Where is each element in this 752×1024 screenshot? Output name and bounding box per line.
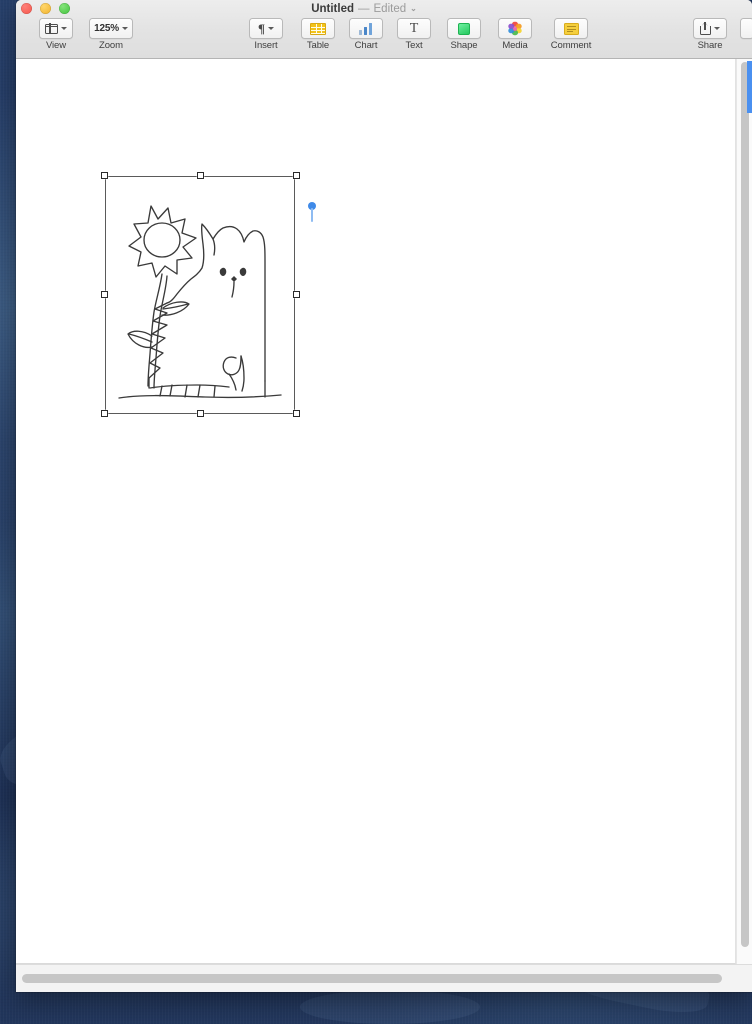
wallpaper-shape xyxy=(300,990,480,1024)
title-separator: — xyxy=(358,2,370,15)
anchor-pin-stem-icon xyxy=(311,208,314,222)
chart-button[interactable] xyxy=(349,18,383,39)
selection-handle-top-left[interactable] xyxy=(101,172,108,179)
slide-canvas[interactable] xyxy=(16,59,736,964)
document-canvas-area xyxy=(16,59,752,992)
zoom-level-value: 125% xyxy=(94,23,119,34)
toolbar-label-view: View xyxy=(45,40,67,51)
window-chrome: Untitled — Edited ⌄ View 125% Zoom ¶ Ins… xyxy=(16,0,752,59)
text-box-icon: T xyxy=(409,20,419,36)
text-button[interactable]: T xyxy=(397,18,431,39)
toolbar-item-chart[interactable]: Chart xyxy=(342,18,390,51)
selection-handle-bottom-right[interactable] xyxy=(293,410,300,417)
keynote-document-window: Untitled — Edited ⌄ View 125% Zoom ¶ Ins… xyxy=(16,0,752,992)
toolbar-item-insert[interactable]: ¶ Insert xyxy=(238,18,294,51)
horizontal-scrollbar[interactable] xyxy=(16,964,752,992)
toolbar-item-table[interactable]: Table xyxy=(294,18,342,51)
window-titlebar: Untitled — Edited ⌄ xyxy=(16,0,752,17)
toolbar-item-comment[interactable]: Comment xyxy=(540,18,602,51)
toolbar-item-share[interactable]: Share xyxy=(682,18,738,51)
selection-handle-middle-left[interactable] xyxy=(101,291,108,298)
share-upload-icon xyxy=(700,22,711,35)
view-button[interactable] xyxy=(39,18,73,39)
zoom-button[interactable] xyxy=(59,3,70,14)
view-sidebar-icon xyxy=(44,23,59,34)
selection-handle-top-right[interactable] xyxy=(293,172,300,179)
shape-button[interactable] xyxy=(447,18,481,39)
toolbar-label-insert: Insert xyxy=(254,40,278,51)
toolbar-right-group: Share xyxy=(682,18,752,51)
document-edited-status: Edited xyxy=(373,2,407,15)
horizontal-scrollbar-thumb[interactable] xyxy=(22,974,722,983)
minimize-button[interactable] xyxy=(40,3,51,14)
chevron-down-icon xyxy=(714,27,720,30)
media-photos-icon xyxy=(508,21,522,36)
selection-handle-middle-right[interactable] xyxy=(293,291,300,298)
toolbar-label-shape: Shape xyxy=(450,40,478,51)
toolbar-item-media[interactable]: Media xyxy=(490,18,540,51)
chevron-down-icon xyxy=(121,27,128,30)
document-title-text: Untitled xyxy=(311,2,354,15)
toolbar-item-overflow[interactable] xyxy=(738,18,752,39)
toolbar-overflow-button[interactable] xyxy=(740,18,752,39)
toolbar-item-view[interactable]: View xyxy=(32,18,80,51)
title-chevron-down-icon[interactable]: ⌄ xyxy=(410,4,417,13)
selected-image-object[interactable] xyxy=(105,176,295,414)
shape-square-icon xyxy=(458,22,470,35)
document-title[interactable]: Untitled — Edited ⌄ xyxy=(311,3,417,15)
insert-button[interactable]: ¶ xyxy=(249,18,283,39)
vertical-scrollbar-thumb[interactable] xyxy=(741,62,749,947)
media-button[interactable] xyxy=(498,18,532,39)
zoom-button-toolbar[interactable]: 125% xyxy=(89,18,133,39)
comment-button[interactable] xyxy=(554,18,588,39)
toolbar-label-share: Share xyxy=(697,40,723,51)
main-toolbar: View 125% Zoom ¶ Insert Table Chart T Te… xyxy=(16,17,752,58)
chart-bars-icon xyxy=(358,22,374,35)
share-button[interactable] xyxy=(693,18,727,39)
pilcrow-icon: ¶ xyxy=(257,21,266,36)
object-anchor-pin[interactable] xyxy=(308,202,316,222)
toolbar-item-text[interactable]: T Text xyxy=(390,18,438,51)
inspector-panel-edge[interactable] xyxy=(747,61,752,113)
toolbar-left-group: View 125% Zoom xyxy=(32,18,142,51)
toolbar-middle-group: ¶ Insert Table Chart T Text Shape Media … xyxy=(238,18,602,51)
table-icon xyxy=(310,22,326,35)
vertical-scrollbar[interactable] xyxy=(736,59,752,964)
close-button[interactable] xyxy=(21,3,32,14)
toolbar-label-text: Text xyxy=(405,40,423,51)
toolbar-label-chart: Chart xyxy=(354,40,378,51)
toolbar-label-media: Media xyxy=(502,40,528,51)
selection-handle-bottom-center[interactable] xyxy=(197,410,204,417)
selection-handle-top-center[interactable] xyxy=(197,172,204,179)
chevron-down-icon xyxy=(268,27,275,30)
traffic-light-buttons[interactable] xyxy=(21,3,70,14)
comment-note-icon xyxy=(563,22,579,35)
toolbar-item-zoom[interactable]: 125% Zoom xyxy=(80,18,142,51)
chevron-down-icon xyxy=(61,27,67,30)
hand-drawn-sketch-cat-and-sunflower xyxy=(118,205,282,399)
toolbar-label-comment: Comment xyxy=(550,40,592,51)
selection-handle-bottom-left[interactable] xyxy=(101,410,108,417)
toolbar-label-table: Table xyxy=(306,40,330,51)
table-button[interactable] xyxy=(301,18,335,39)
toolbar-item-shape[interactable]: Shape xyxy=(438,18,490,51)
toolbar-label-zoom: Zoom xyxy=(99,40,123,51)
